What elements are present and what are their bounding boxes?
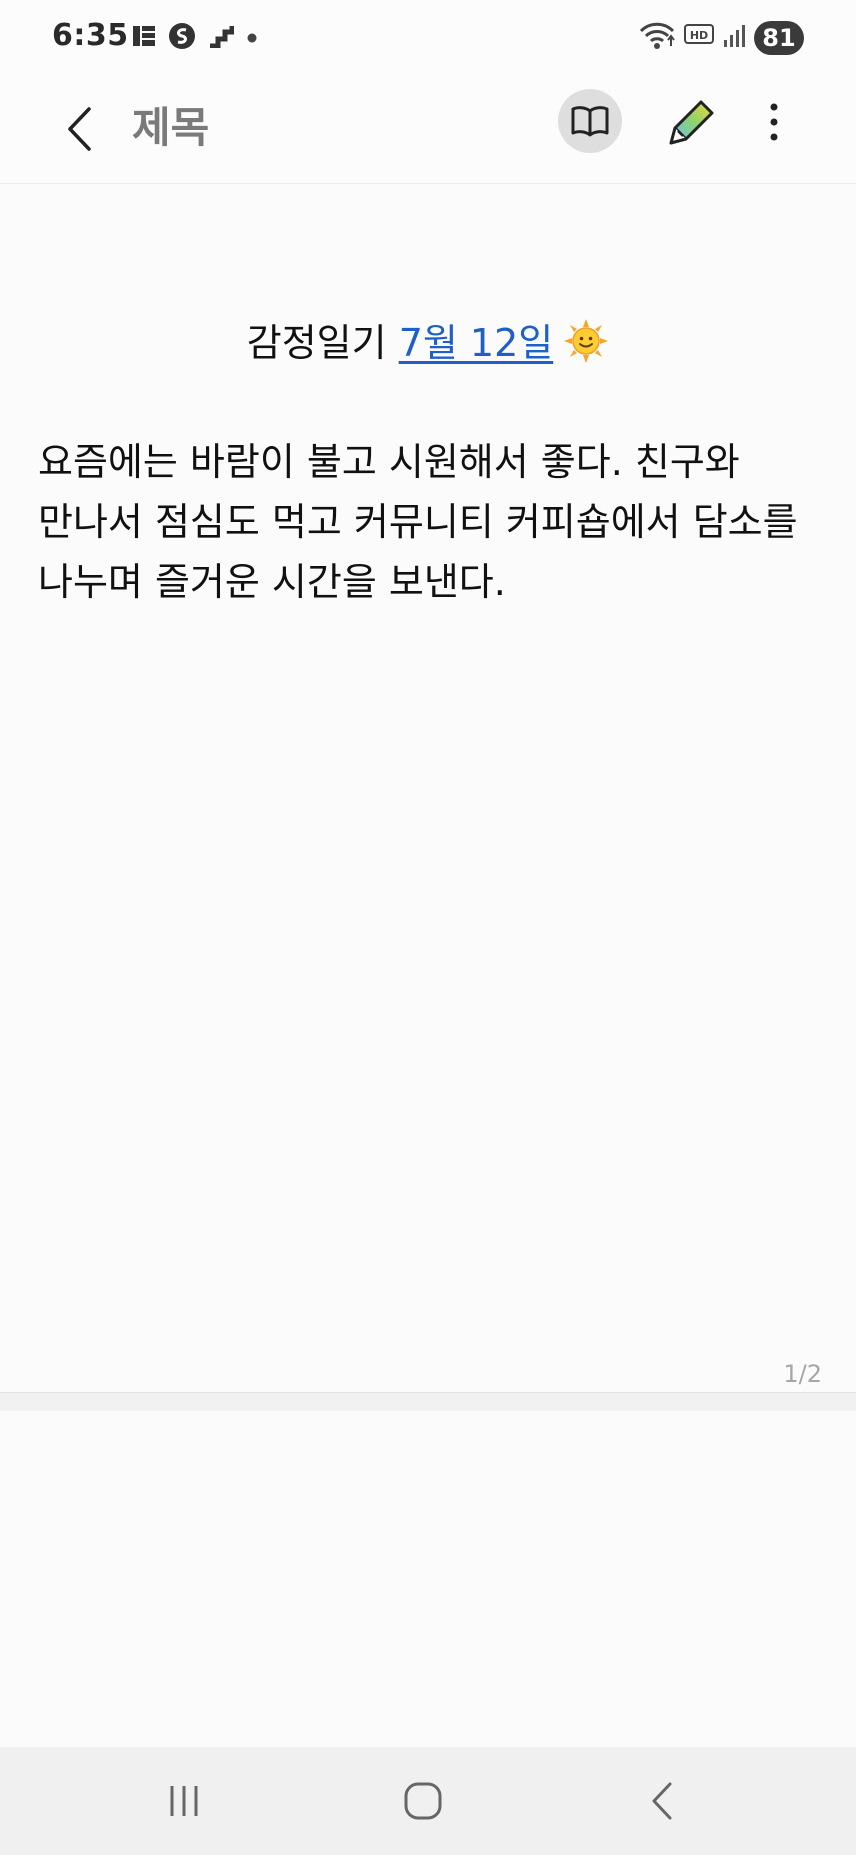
note-page-2[interactable] <box>0 1411 856 1747</box>
book-reader-icon <box>571 106 609 137</box>
app-bar: 제목 <box>0 76 856 184</box>
battery-badge: 81 <box>754 21 804 55</box>
recent-apps-button[interactable] <box>144 1769 224 1833</box>
svg-text:HD: HD <box>690 29 708 42</box>
system-back-button[interactable] <box>622 1769 702 1833</box>
status-time: 6:35 <box>52 18 129 53</box>
home-button[interactable] <box>383 1769 463 1833</box>
hd-voice-icon: HD <box>684 22 714 54</box>
grid-notification-icon <box>132 24 156 52</box>
more-vertical-icon <box>770 103 778 141</box>
signal-icon <box>722 23 746 53</box>
reading-mode-button[interactable] <box>558 89 622 153</box>
recent-apps-icon <box>170 1786 198 1816</box>
more-options-button[interactable] <box>752 90 796 154</box>
back-icon <box>652 1782 672 1820</box>
page-title[interactable]: 제목 <box>132 98 209 158</box>
date-link[interactable]: 7월 12일 <box>399 321 554 365</box>
page-divider <box>0 1392 856 1412</box>
note-title-prefix: 감정일기 <box>246 321 399 365</box>
dot-icon <box>246 29 258 48</box>
status-bar: 6:35 HD 81 <box>0 0 856 76</box>
note-body[interactable]: 요즘에는 바람이 불고 시원해서 좋다. 친구와 만나서 점심도 먹고 커뮤니티… <box>38 432 818 612</box>
note-page-1[interactable]: 감정일기 7월 12일 요즘에는 바람이 불고 시원해서 좋다. 친구와 만나서… <box>0 184 856 1392</box>
back-button[interactable] <box>50 96 110 162</box>
note-title[interactable]: 감정일기 7월 12일 <box>0 316 856 378</box>
sun-face-icon <box>563 318 609 378</box>
page-indicator: 1/2 <box>783 1360 822 1388</box>
home-icon <box>404 1782 442 1820</box>
status-left-icons <box>132 22 258 54</box>
staircase-icon <box>208 24 235 52</box>
status-right-icons: HD 81 <box>638 18 804 58</box>
back-chevron-icon <box>68 107 91 151</box>
navigation-bar <box>0 1747 856 1855</box>
pen-button[interactable] <box>660 90 724 154</box>
wifi-icon <box>638 20 676 56</box>
pen-icon <box>669 100 714 145</box>
samsung-s-icon <box>168 22 196 54</box>
